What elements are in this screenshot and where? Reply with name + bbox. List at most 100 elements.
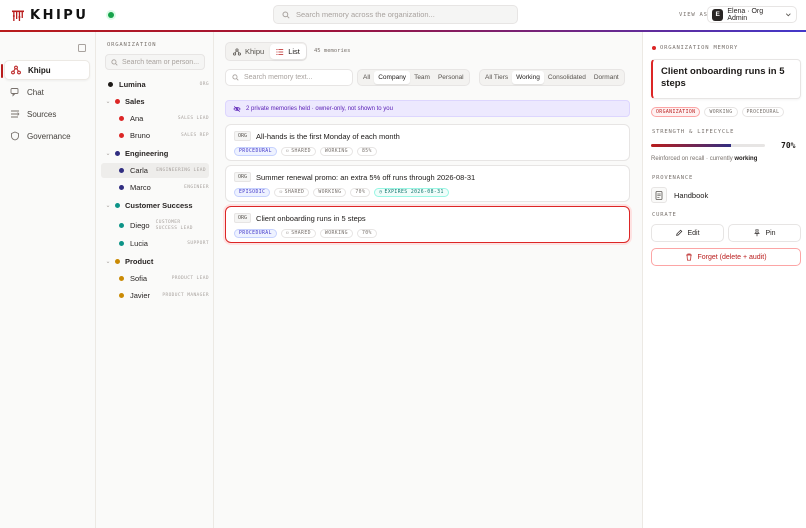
member-name: Carla: [130, 166, 148, 175]
team-search-input[interactable]: Search team or person...: [105, 54, 205, 70]
scope-filter-company[interactable]: Company: [374, 71, 411, 84]
nav-item-chat[interactable]: Chat: [4, 82, 90, 102]
team-name: Customer Success: [125, 201, 193, 210]
scope-filter-personal[interactable]: Personal: [434, 71, 468, 84]
scope-filter-all[interactable]: All: [359, 71, 374, 84]
team-row-engineering[interactable]: ⌄ Engineering: [101, 146, 209, 161]
edit-label: Edit: [687, 229, 700, 237]
nav-label-chat: Chat: [27, 87, 44, 97]
scope-filter-team[interactable]: Team: [410, 71, 434, 84]
team-row-product[interactable]: ⌄ Product: [101, 254, 209, 269]
khipu-icon: [11, 65, 21, 75]
member-name: Lucia: [130, 239, 148, 248]
nav-item-sources[interactable]: Sources: [4, 104, 90, 124]
pin-label: Pin: [765, 229, 776, 237]
users-icon: ⚇: [285, 231, 290, 236]
share-chip: ⚇ SHARED: [280, 229, 316, 238]
member-name: Diego: [130, 221, 150, 230]
chevron-down-icon[interactable]: ⌄: [104, 150, 112, 157]
strength-bar: [651, 144, 765, 147]
eye-off-icon: [233, 105, 241, 112]
member-name: Marco: [130, 183, 151, 192]
pin-button[interactable]: Pin: [728, 224, 801, 242]
team-row-sales[interactable]: ⌄ Sales: [101, 94, 209, 109]
expiry-label: EXPIRES 2026-08-31: [384, 190, 444, 195]
team-name: Engineering: [125, 149, 169, 158]
member-name: Bruno: [130, 131, 151, 140]
memory-card-selected[interactable]: ORG Client onboarding runs in 5 steps PR…: [225, 206, 630, 243]
pin-icon: [754, 229, 761, 237]
member-row-sofia[interactable]: Sofia PRODUCT LEAD: [101, 271, 209, 286]
tier-filter-consolidated[interactable]: Consolidated: [544, 71, 590, 84]
strength-chip: 70%: [350, 188, 371, 197]
scope-tag: ORG: [234, 172, 252, 182]
khipu-icon: [233, 47, 241, 56]
user-switcher[interactable]: E Elena · Org Admin: [707, 6, 797, 23]
forget-button[interactable]: Forget (delete + audit): [651, 248, 801, 266]
chevron-down-icon[interactable]: ⌄: [104, 98, 112, 105]
scope-dot: [652, 46, 656, 50]
team-row-customer-success[interactable]: ⌄ Customer Success: [101, 198, 209, 213]
view-toggle: Khipu List: [225, 42, 307, 61]
memory-search-input[interactable]: Search memory text...: [225, 69, 353, 86]
memory-card[interactable]: ORG Summer renewal promo: an extra 5% of…: [225, 165, 630, 202]
connection-status-dot: [108, 12, 114, 18]
trash-icon: [686, 253, 693, 261]
member-role: ENGINEERING LEAD: [156, 167, 206, 173]
member-row-lucia[interactable]: Lucia SUPPORT: [101, 236, 209, 251]
memory-card[interactable]: ORG All-hands is the first Monday of eac…: [225, 124, 630, 161]
tier-filter-working[interactable]: Working: [512, 71, 544, 84]
tier-filter-dormant[interactable]: Dormant: [590, 71, 623, 84]
global-search-placeholder: Search memory across the organization...: [296, 10, 435, 19]
detail-chips: ORGANIZATION WORKING PROCEDURAL: [651, 107, 785, 117]
nav-item-khipu[interactable]: Khipu: [1, 60, 90, 80]
member-row-carla[interactable]: Carla ENGINEERING LEAD: [101, 163, 209, 178]
member-row-marco[interactable]: Marco ENGINEER: [101, 180, 209, 195]
provenance-source[interactable]: Handbook: [651, 187, 708, 203]
scope-tag: ORG: [234, 131, 252, 141]
member-dot: [119, 168, 124, 173]
nav-item-governance[interactable]: Governance: [4, 126, 90, 146]
collapse-sidebar-icon[interactable]: [78, 44, 86, 52]
member-row-bruno[interactable]: Bruno SALES REP: [101, 128, 209, 143]
clock-icon: ◷: [379, 190, 383, 195]
private-banner-text: 2 private memories held · owner-only, no…: [246, 105, 393, 112]
member-dot: [119, 293, 124, 298]
memory-search-placeholder: Search memory text...: [244, 74, 313, 81]
provenance-source-name: Handbook: [674, 190, 709, 200]
strength-section-label: STRENGTH & LIFECYCLE: [652, 129, 735, 135]
team-name: Sales: [125, 97, 145, 106]
pencil-icon: [676, 229, 683, 236]
reinforce-state: working: [734, 156, 758, 162]
strength-bar-fill: [651, 144, 731, 147]
search-icon: [282, 10, 290, 19]
member-name: Sofia: [130, 274, 148, 283]
app-logo[interactable]: KHIPU: [11, 8, 88, 23]
search-icon: [232, 74, 239, 81]
edit-button[interactable]: Edit: [651, 224, 724, 242]
reinforce-note: Reinforced on recall · currently working: [651, 156, 757, 162]
memory-type-chip: EPISODIC: [234, 188, 271, 197]
tab-label: Khipu: [245, 47, 265, 56]
scope-tag: ORG: [234, 213, 252, 223]
app-name: KHIPU: [30, 8, 89, 23]
provenance-section-label: PROVENANCE: [652, 175, 694, 181]
sources-icon: [10, 109, 20, 119]
member-row-ana[interactable]: Ana SALES LEAD: [101, 111, 209, 126]
strength-chip: 85%: [356, 147, 377, 156]
team-color-dot: [115, 151, 120, 156]
avatar: E: [712, 8, 724, 21]
org-root-row[interactable]: Lumina ORG: [101, 77, 209, 92]
tab-list-view[interactable]: List: [270, 44, 306, 59]
member-row-javier[interactable]: Javier PRODUCT MANAGER: [101, 288, 209, 303]
chevron-down-icon[interactable]: ⌄: [104, 258, 112, 265]
tab-khipu-view[interactable]: Khipu: [227, 44, 270, 59]
detail-header: ORGANIZATION MEMORY: [652, 45, 738, 51]
tier-filter-all[interactable]: All Tiers: [481, 71, 512, 84]
memory-count: 45 memories: [314, 48, 351, 54]
chevron-down-icon[interactable]: ⌄: [104, 202, 112, 209]
scope-chip: ORGANIZATION: [651, 107, 701, 117]
member-role: PRODUCT LEAD: [171, 275, 209, 281]
global-search-input[interactable]: Search memory across the organization...: [273, 5, 518, 24]
member-row-diego[interactable]: Diego CUSTOMER SUCCESS LEAD: [101, 217, 209, 234]
